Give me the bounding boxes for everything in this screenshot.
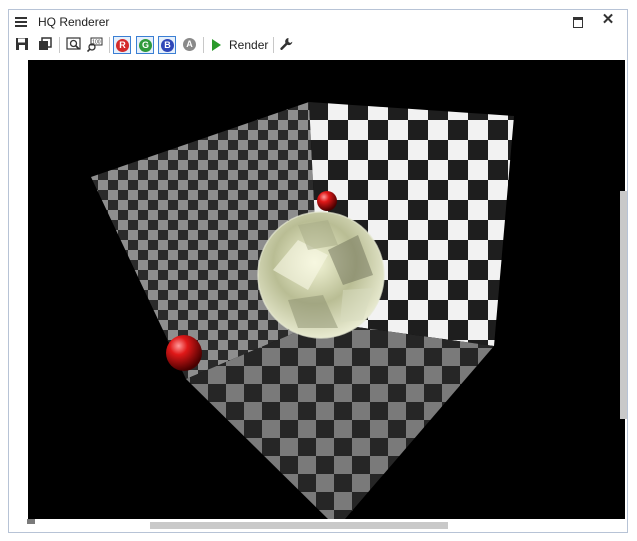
- wrench-icon: [280, 38, 293, 51]
- channel-g-toggle[interactable]: G: [136, 36, 154, 54]
- toolbar: 100 R G B A Render: [9, 34, 627, 56]
- glass-sphere: [257, 211, 385, 339]
- maximize-icon: [573, 17, 583, 28]
- channel-r-toggle[interactable]: R: [113, 36, 131, 54]
- save-button[interactable]: [15, 37, 29, 53]
- toolbar-separator: [59, 37, 60, 53]
- render-button-label[interactable]: Render: [229, 38, 268, 52]
- channel-r-icon: R: [116, 39, 129, 52]
- close-button[interactable]: ✕: [600, 12, 616, 28]
- red-sphere-large: [166, 335, 202, 371]
- copy-button[interactable]: [38, 37, 52, 53]
- maximize-button[interactable]: [572, 15, 584, 28]
- resize-grip[interactable]: [27, 519, 35, 524]
- red-sphere-small: [317, 191, 337, 211]
- toolbar-separator: [273, 37, 274, 53]
- window-title: HQ Renderer: [38, 15, 110, 29]
- toolbar-separator: [109, 37, 110, 53]
- settings-button[interactable]: [279, 37, 293, 53]
- channel-g-icon: G: [139, 39, 152, 52]
- channel-a-toggle[interactable]: A: [181, 36, 199, 54]
- title-bar: HQ Renderer ✕: [9, 10, 627, 34]
- rendered-scene: [91, 102, 514, 519]
- zoom-100-button[interactable]: 100: [87, 37, 103, 53]
- render-viewport[interactable]: [28, 60, 625, 519]
- channel-b-toggle[interactable]: B: [158, 36, 176, 54]
- horizontal-scrollbar-thumb[interactable]: [150, 522, 448, 529]
- channel-a-icon: A: [183, 38, 196, 51]
- vertical-scrollbar-thumb[interactable]: [620, 191, 627, 419]
- copy-icon: [39, 37, 52, 50]
- toolbar-separator: [203, 37, 204, 53]
- play-icon: [212, 39, 221, 51]
- zoom-fit-icon: [66, 37, 81, 50]
- zoom-100-icon: 100: [87, 37, 103, 53]
- save-icon: [16, 38, 28, 50]
- renderer-window: HQ Renderer ✕ 100 R G B A Render: [8, 9, 628, 533]
- channel-b-icon: B: [161, 39, 174, 52]
- render-button[interactable]: [210, 38, 222, 54]
- menu-icon[interactable]: [15, 17, 27, 27]
- zoom-fit-button[interactable]: [66, 37, 82, 53]
